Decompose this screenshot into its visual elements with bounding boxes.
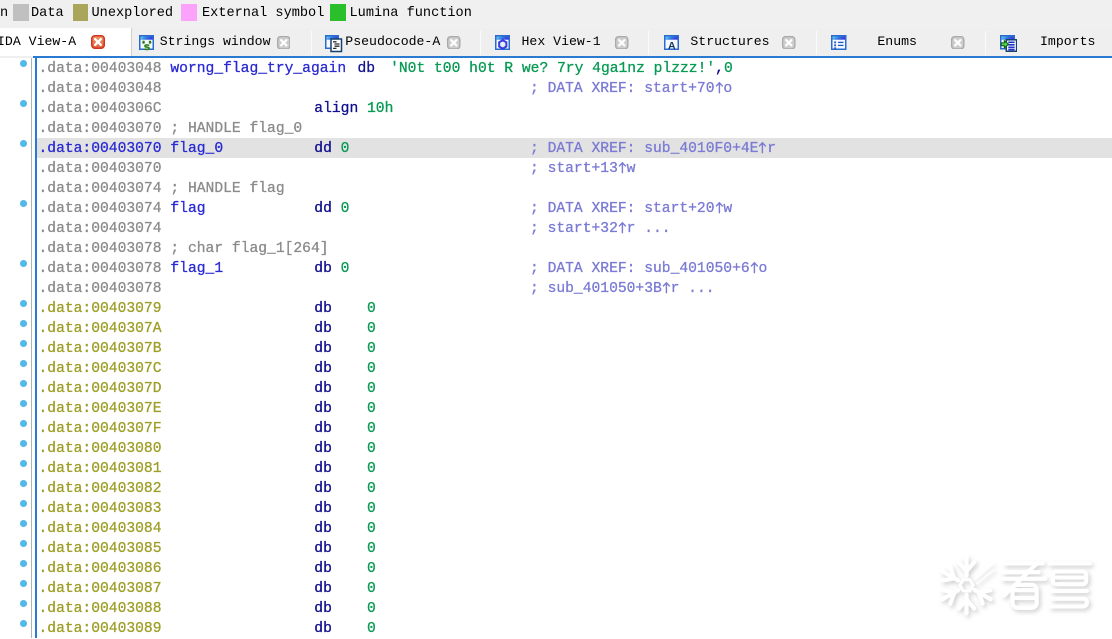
svg-text:A: A xyxy=(668,39,676,50)
